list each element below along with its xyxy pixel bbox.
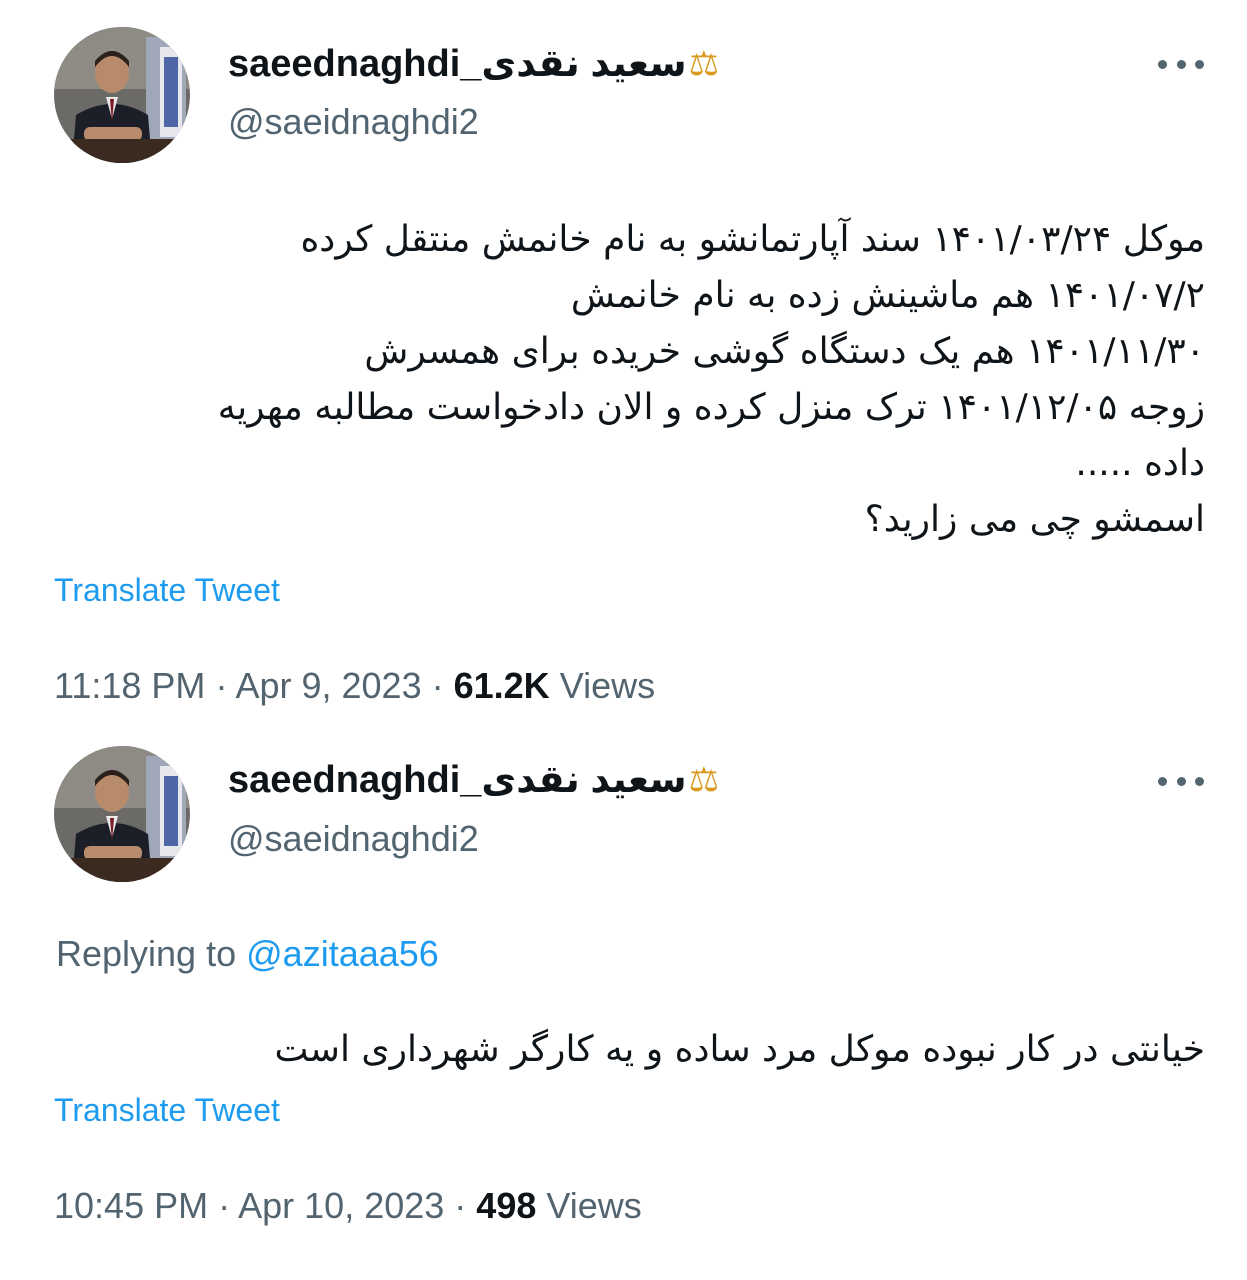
tweet-meta: 11:18 PM · Apr 9, 2023 · 61.2K Views: [54, 664, 655, 708]
tweet-text: موکل ۱۴۰۱/۰۳/۲۴ سند آپارتمانشو به نام خا…: [55, 212, 1205, 548]
user-handle[interactable]: @saeidnaghdi2: [228, 817, 479, 861]
translate-tweet-link[interactable]: Translate Tweet: [54, 570, 280, 610]
views-label: Views: [546, 1185, 642, 1226]
replying-to: Replying to @azitaaa56: [56, 932, 439, 976]
separator-dot: ·: [215, 665, 236, 706]
tweet-text-line: ۱۴۰۱/۱۱/۳۰ هم یک دستگاه گوشی خریده برای …: [364, 331, 1205, 372]
tweet[interactable]: سعید نقدی_saeednaghdi ⚖ @saeidnaghdi2 مو…: [0, 0, 1247, 720]
views-count: 61.2K: [453, 665, 550, 706]
balance-scale-icon: ⚖: [688, 45, 720, 83]
avatar[interactable]: [54, 27, 190, 163]
tweet-text: خیانتی در کار نبوده موکل مرد ساده و یه ک…: [55, 1022, 1205, 1078]
tweet-text-line: ۱۴۰۱/۰۷/۲ هم ماشینش زده به نام خانمش: [570, 275, 1205, 316]
more-options-icon[interactable]: [1158, 774, 1204, 788]
user-handle[interactable]: @saeidnaghdi2: [228, 100, 479, 144]
tweet-date[interactable]: Apr 9, 2023: [235, 665, 421, 706]
tweet-text-line: داده .....: [1075, 443, 1205, 484]
display-name[interactable]: سعید نقدی_saeednaghdi: [228, 42, 687, 86]
reply-mention-link[interactable]: @azitaaa56: [246, 933, 439, 974]
tweet-text-line: خیانتی در کار نبوده موکل مرد ساده و یه ک…: [274, 1029, 1205, 1070]
views-label: Views: [559, 665, 656, 706]
tweet-text-line: اسمشو چی می زارید؟: [864, 499, 1205, 540]
avatar-image: [54, 27, 190, 163]
translate-tweet-link[interactable]: Translate Tweet: [54, 1090, 280, 1130]
more-options-icon[interactable]: [1158, 57, 1204, 71]
avatar-image: [54, 746, 190, 882]
tweet-meta: 10:45 PM · Apr 10, 2023 · 498 Views: [54, 1184, 642, 1228]
tweet[interactable]: سعید نقدی_saeednaghdi ⚖ @saeidnaghdi2 Re…: [0, 722, 1247, 1280]
tweet-text-line: زوجه ۱۴۰۱/۱۲/۰۵ ترک منزل کرده و الان داد…: [217, 387, 1205, 428]
display-name[interactable]: سعید نقدی_saeednaghdi: [228, 758, 687, 802]
tweet-text-line: موکل ۱۴۰۱/۰۳/۲۴ سند آپارتمانشو به نام خا…: [300, 219, 1205, 260]
avatar[interactable]: [54, 746, 190, 882]
author-name[interactable]: سعید نقدی_saeednaghdi ⚖: [228, 758, 719, 802]
balance-scale-icon: ⚖: [688, 761, 720, 799]
separator-dot: ·: [454, 1185, 477, 1226]
tweet-time[interactable]: 11:18 PM: [54, 665, 205, 706]
separator-dot: ·: [431, 665, 454, 706]
replying-label: Replying to: [56, 933, 237, 974]
author-name[interactable]: سعید نقدی_saeednaghdi ⚖: [228, 42, 719, 86]
separator-dot: ·: [218, 1185, 239, 1226]
tweet-time[interactable]: 10:45 PM: [54, 1185, 208, 1226]
views-count: 498: [476, 1185, 537, 1226]
tweet-date[interactable]: Apr 10, 2023: [238, 1185, 444, 1226]
